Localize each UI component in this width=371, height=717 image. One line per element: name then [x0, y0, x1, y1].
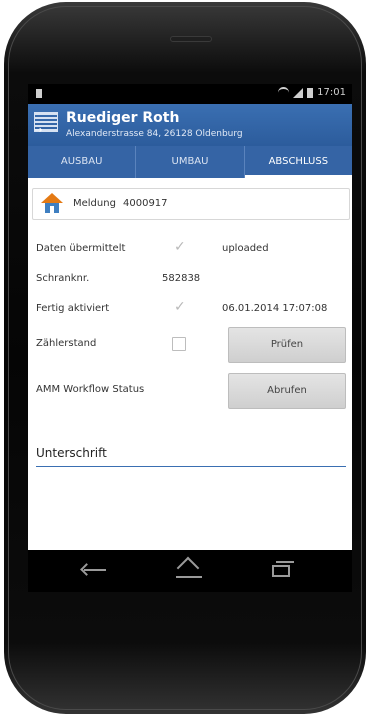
home-icon[interactable]	[176, 556, 202, 580]
workflow-label: AMM Workflow Status	[36, 384, 145, 395]
fertig-timestamp: 06.01.2014 17:07:08	[222, 303, 328, 314]
row-daten: Daten übermittelt uploaded	[28, 234, 352, 264]
fertig-label: Fertig aktiviert	[36, 303, 110, 314]
schrank-value: 582838	[162, 273, 201, 284]
pruefen-button[interactable]: Prüfen	[228, 327, 346, 363]
abrufen-button[interactable]: Abrufen	[228, 373, 346, 409]
tab-abschluss[interactable]: ABSCHLUSS	[244, 146, 352, 178]
tab-umbau[interactable]: UMBAU	[136, 146, 245, 178]
signal-icon	[293, 87, 304, 98]
app-list-icon[interactable]: →	[34, 112, 58, 136]
row-fertig: Fertig aktiviert 06.01.2014 17:07:08	[28, 294, 352, 324]
meldung-value: 4000917	[123, 198, 168, 209]
daten-status: uploaded	[222, 243, 269, 254]
zaehler-label: Zählerstand	[36, 338, 97, 349]
customer-address: Alexanderstrasse 84, 26128 Oldenburg	[66, 129, 243, 139]
status-time: 17:01	[317, 87, 346, 98]
meldung-card: Meldung 4000917	[32, 188, 350, 220]
customer-name: Ruediger Roth	[66, 110, 180, 126]
wifi-icon	[278, 87, 290, 98]
status-bar: 17:01	[28, 84, 352, 104]
check-icon	[174, 239, 186, 255]
main-content: Meldung 4000917 Daten übermittelt upload…	[28, 178, 352, 550]
tab-ausbau[interactable]: AUSBAU	[28, 146, 137, 178]
zaehler-checkbox[interactable]	[172, 337, 186, 351]
house-icon	[41, 193, 63, 213]
battery-icon	[307, 87, 314, 98]
row-zaehler: Zählerstand Prüfen	[28, 324, 352, 364]
notification-icon	[36, 89, 42, 98]
check-icon	[174, 299, 186, 315]
tab-bar: AUSBAU UMBAU ABSCHLUSS	[28, 146, 352, 178]
recent-apps-icon[interactable]	[272, 561, 294, 577]
action-bar: → Ruediger Roth Alexanderstrasse 84, 261…	[28, 104, 352, 146]
daten-label: Daten übermittelt	[36, 243, 126, 254]
status-icons: 17:01	[278, 87, 346, 98]
signature-field[interactable]	[36, 466, 346, 467]
back-icon[interactable]	[80, 563, 108, 577]
signature-label: Unterschrift	[36, 446, 107, 460]
nav-bar	[28, 550, 352, 592]
row-schrank: Schranknr. 582838	[28, 264, 352, 294]
speaker-grill	[170, 36, 212, 42]
schrank-label: Schranknr.	[36, 273, 90, 284]
meldung-label: Meldung	[73, 198, 116, 209]
screen: 17:01 → Ruediger Roth Alexanderstrasse 8…	[28, 84, 352, 592]
row-workflow: AMM Workflow Status Abrufen	[28, 370, 352, 410]
